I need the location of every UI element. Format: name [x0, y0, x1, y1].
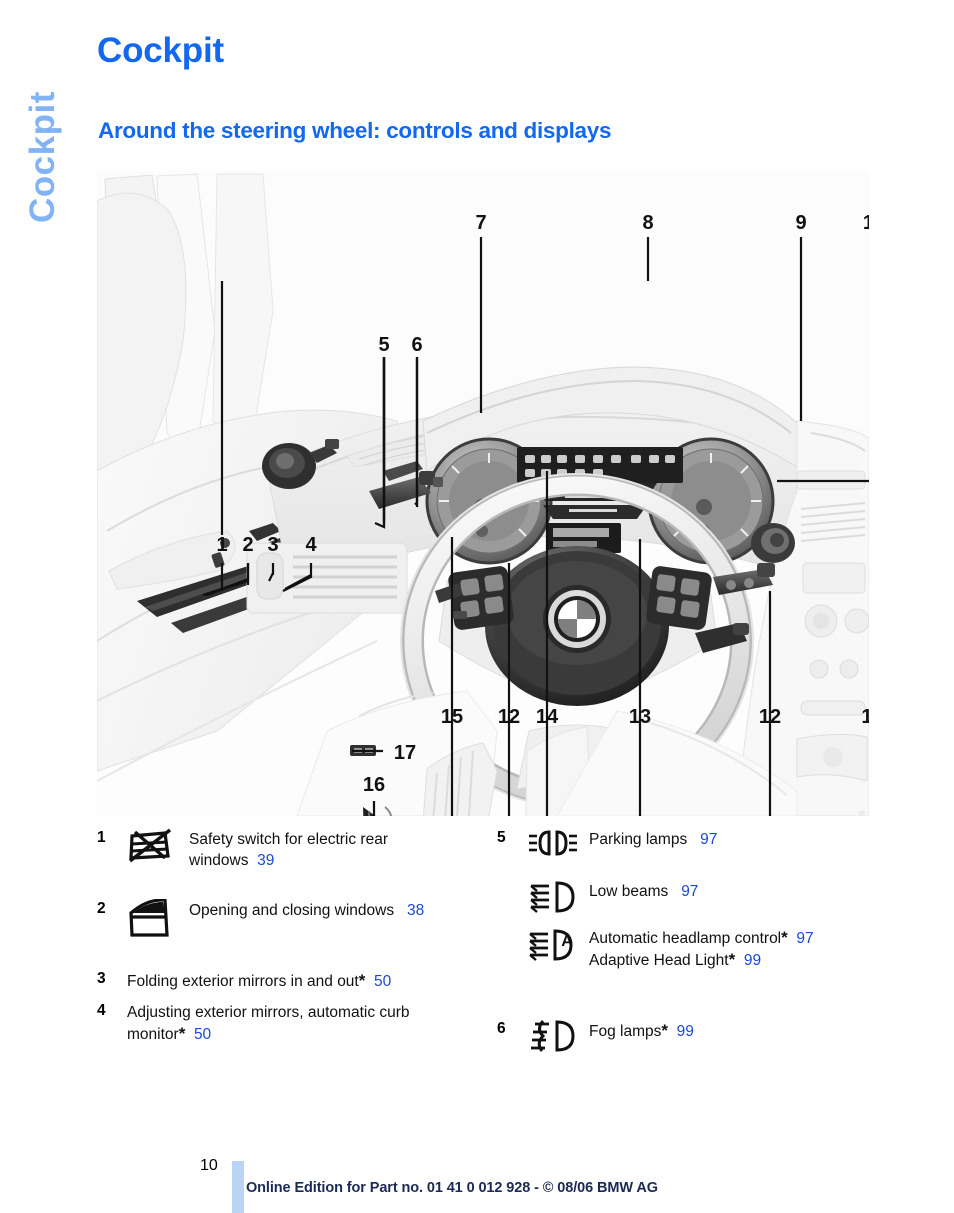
svg-text:A: A: [561, 933, 573, 950]
optional-equipment-asterisk: *: [728, 950, 736, 969]
legend-item-3: 3 Folding exterior mirrors in and out* 5…: [97, 969, 492, 992]
legend-number: [497, 880, 527, 881]
page-reference[interactable]: 38: [407, 902, 424, 919]
rear-window-safety-switch-icon: [127, 828, 189, 864]
svg-text:9: 9: [795, 212, 806, 234]
legend-label: Parking lamps 97: [589, 828, 717, 850]
svg-text:12: 12: [759, 706, 781, 728]
legend-number: [497, 926, 527, 927]
legend-line-1: Parking lamps: [589, 831, 688, 848]
legend-label: Low beams 97: [589, 880, 698, 902]
fog-lamps-icon: [527, 1019, 589, 1053]
optional-equipment-asterisk: *: [178, 1024, 186, 1043]
legend-line-1: Folding exterior mirrors in and out: [127, 973, 359, 990]
legend-line-2: monitor: [127, 1026, 179, 1043]
optional-equipment-asterisk: *: [358, 971, 366, 990]
svg-text:16: 16: [363, 774, 385, 796]
legend-label: Adjusting exterior mirrors, automatic cu…: [127, 1001, 410, 1045]
legend-label: Fog lamps* 99: [589, 1019, 694, 1042]
page-reference[interactable]: 99: [677, 1023, 694, 1040]
page-reference[interactable]: 50: [374, 973, 391, 990]
legend-column-right: 5 Parking lamps 97 Low beams 97 A Automa…: [497, 828, 897, 1053]
legend-number: 3: [97, 970, 106, 987]
optional-equipment-asterisk: *: [781, 928, 788, 947]
svg-text:12: 12: [498, 706, 520, 728]
car-door-window-icon: [127, 899, 189, 939]
legend-line-1: Adjusting exterior mirrors, automatic cu…: [127, 1004, 410, 1021]
legend-line-1: Automatic headlamp control: [589, 930, 782, 947]
multifunction-buttons-left: [448, 566, 514, 630]
svg-text:11: 11: [861, 706, 869, 728]
legend-label: Opening and closing windows 38: [189, 899, 424, 921]
legend-number: 6: [497, 1020, 506, 1037]
legend-label: Safety switch for electric rear windows …: [189, 828, 388, 871]
svg-text:1: 1: [216, 534, 227, 556]
legend-line-1: Fog lamps: [589, 1023, 662, 1040]
cockpit-diagram: BMW 1 2 3 4 5 6 7 8 9 1 1 12 12 13 14 15…: [97, 171, 869, 816]
illustration-watermark: MX54ACM6: [857, 810, 866, 816]
svg-text:15: 15: [441, 706, 463, 728]
legend-line-2: Adaptive Head Light: [589, 952, 729, 969]
legend-line-1: Safety switch for electric rear: [189, 831, 388, 848]
legend-label: Folding exterior mirrors in and out* 50: [127, 969, 391, 992]
optional-equipment-asterisk: *: [661, 1021, 668, 1040]
svg-text:17: 17: [394, 742, 416, 764]
legend-number: 1: [97, 829, 106, 846]
footer-text: Online Edition for Part no. 01 41 0 012 …: [246, 1180, 658, 1196]
svg-text:6: 6: [411, 334, 422, 356]
svg-text:3: 3: [267, 534, 278, 556]
svg-text:5: 5: [378, 334, 389, 356]
footer-accent-bar: [232, 1161, 244, 1213]
legend-item-2: 2 Opening and closing windows 38: [97, 899, 492, 939]
page-reference[interactable]: 97: [796, 930, 813, 947]
section-title: Around the steering wheel: controls and …: [98, 118, 612, 143]
svg-text:13: 13: [629, 706, 651, 728]
legend-number: 2: [97, 900, 106, 917]
legend-line-1: Opening and closing windows: [189, 902, 395, 919]
svg-text:14: 14: [536, 706, 559, 728]
start-stop-button: [751, 523, 795, 563]
chapter-tab-label: Cockpit: [23, 91, 62, 223]
page-number: 10: [200, 1157, 218, 1174]
legend-column-left: 1 Safety switch for electric rear window…: [97, 828, 492, 1045]
page-title: Cockpit: [97, 31, 224, 70]
page-reference[interactable]: 97: [681, 883, 698, 900]
svg-text:4: 4: [305, 534, 317, 556]
parking-lamps-icon: [527, 828, 589, 858]
chapter-tab: Cockpit: [0, 0, 90, 230]
low-beams-icon: [527, 880, 589, 914]
legend-number: 5: [497, 829, 506, 846]
automatic-headlamp-control-icon: A: [527, 926, 589, 964]
legend-label: Automatic headlamp control* 97 Adaptive …: [589, 926, 814, 971]
page-reference[interactable]: 99: [744, 952, 761, 969]
svg-text:7: 7: [475, 212, 486, 234]
legend-item-6: 6 Fog lamps* 99: [497, 1019, 897, 1053]
legend-item-low-beams: Low beams 97: [497, 880, 897, 914]
legend-item-4: 4 Adjusting exterior mirrors, automatic …: [97, 1001, 492, 1045]
page-reference[interactable]: 97: [700, 831, 717, 848]
svg-text:8: 8: [642, 212, 653, 234]
legend-item-1: 1 Safety switch for electric rear window…: [97, 828, 492, 871]
legend-item-5: 5 Parking lamps 97: [497, 828, 897, 858]
legend-line-1: Low beams: [589, 883, 669, 900]
svg-text:10: 10: [863, 212, 869, 234]
page-reference[interactable]: 39: [257, 852, 274, 869]
legend-number: 4: [97, 1002, 106, 1019]
multifunction-buttons-right: [646, 566, 712, 630]
legend-item-automatic-headlamp: A Automatic headlamp control* 97 Adaptiv…: [497, 926, 897, 971]
svg-text:BMW: BMW: [568, 591, 586, 598]
cockpit-illustration: BMW 1 2 3 4 5 6 7 8 9 1 1 12 12 13 14 15…: [97, 171, 869, 816]
legend-line-2: windows: [189, 852, 249, 869]
page-reference[interactable]: 50: [194, 1026, 211, 1043]
svg-text:2: 2: [242, 534, 253, 556]
